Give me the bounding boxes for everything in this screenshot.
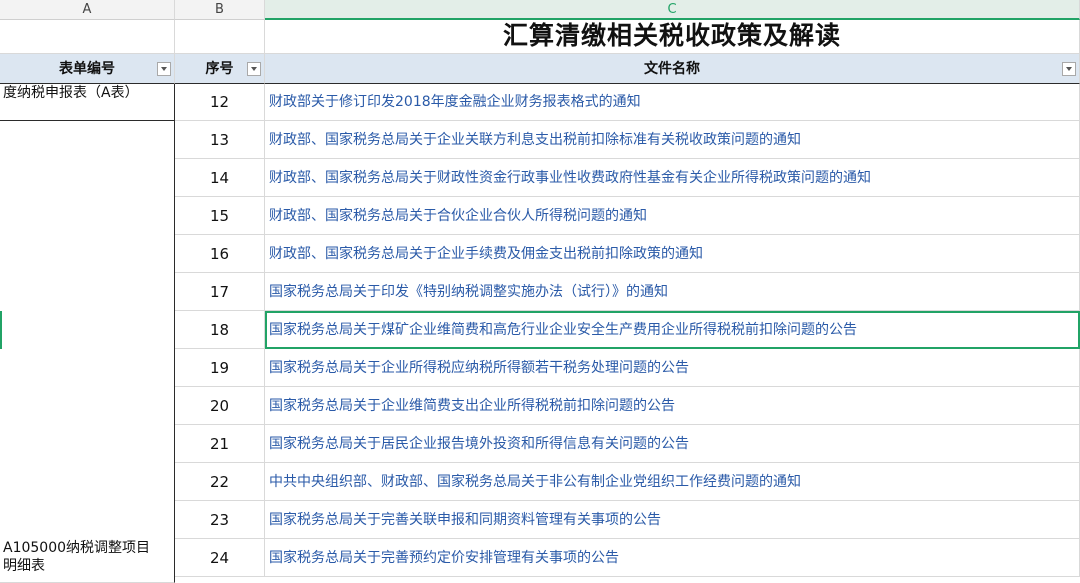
- seq-cell[interactable]: 20: [175, 387, 265, 425]
- column-header-b[interactable]: B: [175, 0, 265, 20]
- filter-dropdown-icon[interactable]: [247, 62, 261, 76]
- file-name-link[interactable]: 财政部、国家税务总局关于财政性资金行政事业性收费政府性基金有关企业所得税政策问题…: [265, 159, 1080, 197]
- seq-cell[interactable]: 16: [175, 235, 265, 273]
- seq-cell[interactable]: 17: [175, 273, 265, 311]
- file-name-link[interactable]: 国家税务总局关于企业维简费支出企业所得税税前扣除问题的公告: [265, 387, 1080, 425]
- header-seq-label: 序号: [205, 61, 234, 77]
- form-number-cell[interactable]: 度纳税申报表（A表）: [0, 84, 175, 121]
- file-name-link[interactable]: 国家税务总局关于煤矿企业维简费和高危行业企业安全生产费用企业所得税税前扣除问题的…: [265, 311, 1080, 349]
- header-seq[interactable]: 序号: [175, 54, 265, 84]
- seq-cell[interactable]: 21: [175, 425, 265, 463]
- seq-cell[interactable]: 19: [175, 349, 265, 387]
- seq-cell[interactable]: 14: [175, 159, 265, 197]
- column-header-a[interactable]: A: [0, 0, 175, 20]
- file-name-link[interactable]: 国家税务总局关于印发《特别纳税调整实施办法（试行）》的通知: [265, 273, 1080, 311]
- title-blank-a[interactable]: [0, 20, 175, 54]
- file-name-link[interactable]: 国家税务总局关于完善关联申报和同期资料管理有关事项的公告: [265, 501, 1080, 539]
- header-form-number[interactable]: 表单编号: [0, 54, 175, 84]
- seq-cell[interactable]: 23: [175, 501, 265, 539]
- seq-cell[interactable]: 12: [175, 84, 265, 121]
- seq-cell[interactable]: 15: [175, 197, 265, 235]
- form-number-label: A105000纳税调整项目明细表: [3, 540, 151, 574]
- file-name-link[interactable]: 财政部关于修订印发2018年度金融企业财务报表格式的通知: [265, 84, 1080, 121]
- file-name-link[interactable]: 财政部、国家税务总局关于企业手续费及佣金支出税前扣除政策的通知: [265, 235, 1080, 273]
- title-blank-b[interactable]: [175, 20, 265, 54]
- file-name-link[interactable]: 国家税务总局关于完善预约定价安排管理有关事项的公告: [265, 539, 1080, 577]
- header-form-number-label: 表单编号: [59, 61, 115, 77]
- form-number-cell[interactable]: A105000纳税调整项目明细表: [0, 121, 175, 583]
- file-name-link[interactable]: 财政部、国家税务总局关于企业关联方利息支出税前扣除标准有关税收政策问题的通知: [265, 121, 1080, 159]
- column-header-c[interactable]: C: [265, 0, 1080, 20]
- file-name-link[interactable]: 财政部、国家税务总局关于合伙企业合伙人所得税问题的通知: [265, 197, 1080, 235]
- sheet-title[interactable]: 汇算清缴相关税收政策及解读: [265, 20, 1080, 54]
- filter-dropdown-icon[interactable]: [1062, 62, 1076, 76]
- file-name-link[interactable]: 国家税务总局关于企业所得税应纳税所得额若干税务处理问题的公告: [265, 349, 1080, 387]
- seq-cell[interactable]: 22: [175, 463, 265, 501]
- file-name-link[interactable]: 国家税务总局关于居民企业报告境外投资和所得信息有关问题的公告: [265, 425, 1080, 463]
- filter-dropdown-icon[interactable]: [157, 62, 171, 76]
- seq-cell[interactable]: 24: [175, 539, 265, 577]
- file-name-link[interactable]: 中共中央组织部、财政部、国家税务总局关于非公有制企业党组织工作经费问题的通知: [265, 463, 1080, 501]
- header-file-name-label: 文件名称: [644, 61, 700, 77]
- header-file-name[interactable]: 文件名称: [265, 54, 1080, 84]
- spreadsheet: A B C 汇算清缴相关税收政策及解读 表单编号 序号 文件名称 度纳税申报表（…: [0, 0, 1080, 583]
- seq-cell[interactable]: 13: [175, 121, 265, 159]
- seq-cell[interactable]: 18: [175, 311, 265, 349]
